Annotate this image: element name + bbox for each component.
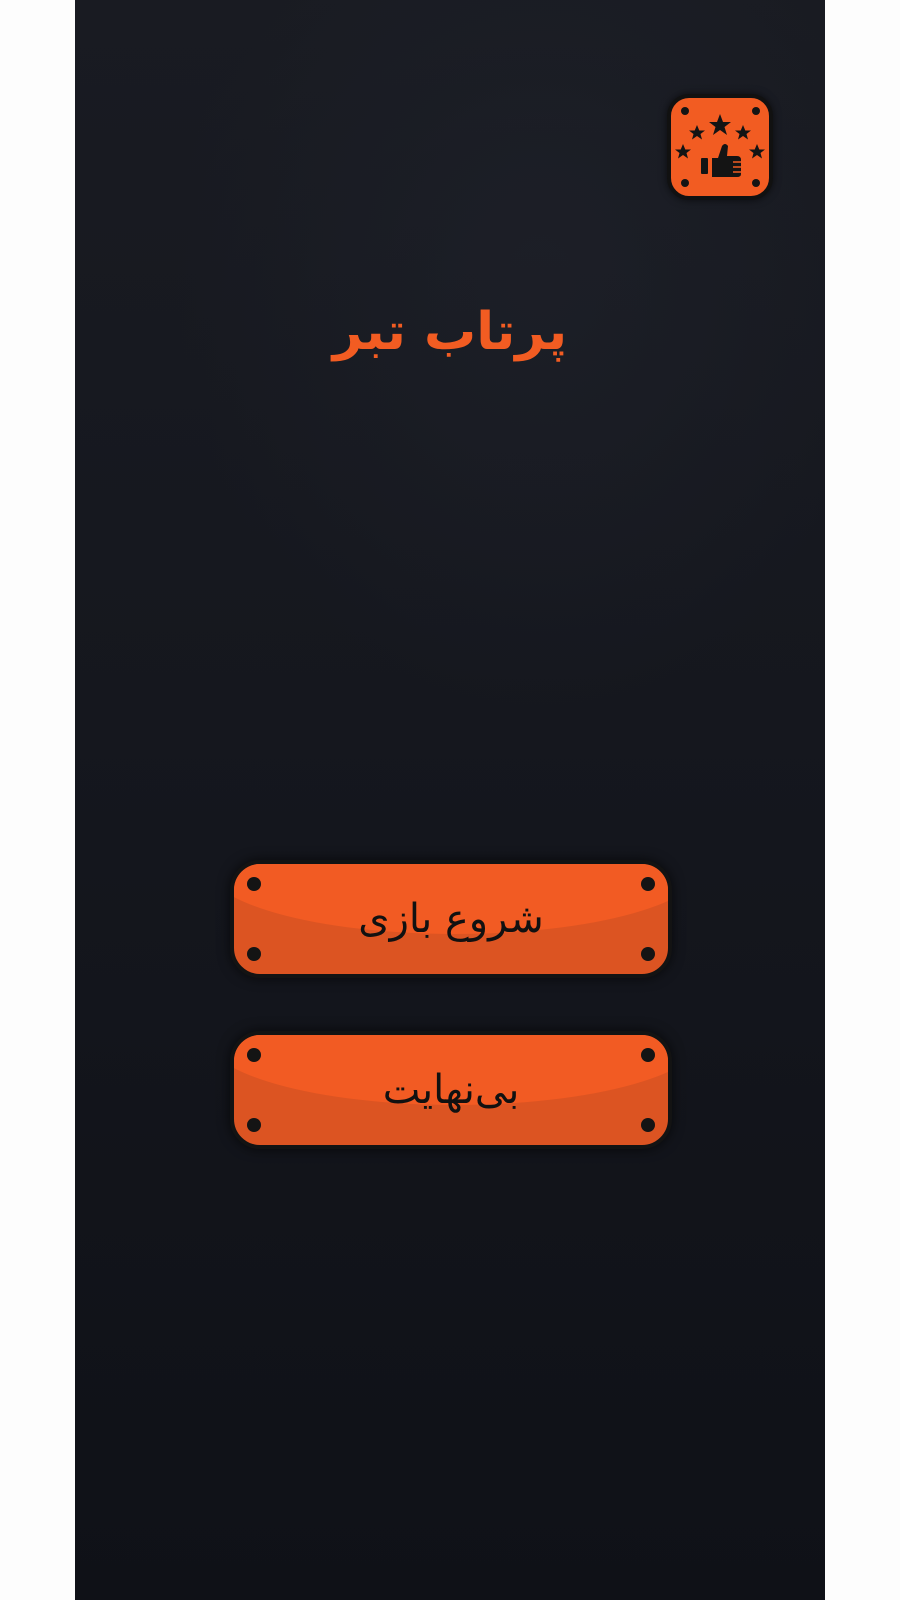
game-menu-screen: پرتاب تبر شروع بازی بی‌نهایت <box>75 0 825 1600</box>
rate-stars-thumbs-up-icon <box>675 107 765 187</box>
start-game-label: شروع بازی <box>358 896 544 942</box>
start-game-button[interactable]: شروع بازی <box>230 860 672 978</box>
game-title: پرتاب تبر <box>332 302 568 362</box>
endless-mode-label: بی‌نهایت <box>382 1067 520 1113</box>
rate-button[interactable] <box>667 94 773 200</box>
endless-mode-button[interactable]: بی‌نهایت <box>230 1031 672 1149</box>
